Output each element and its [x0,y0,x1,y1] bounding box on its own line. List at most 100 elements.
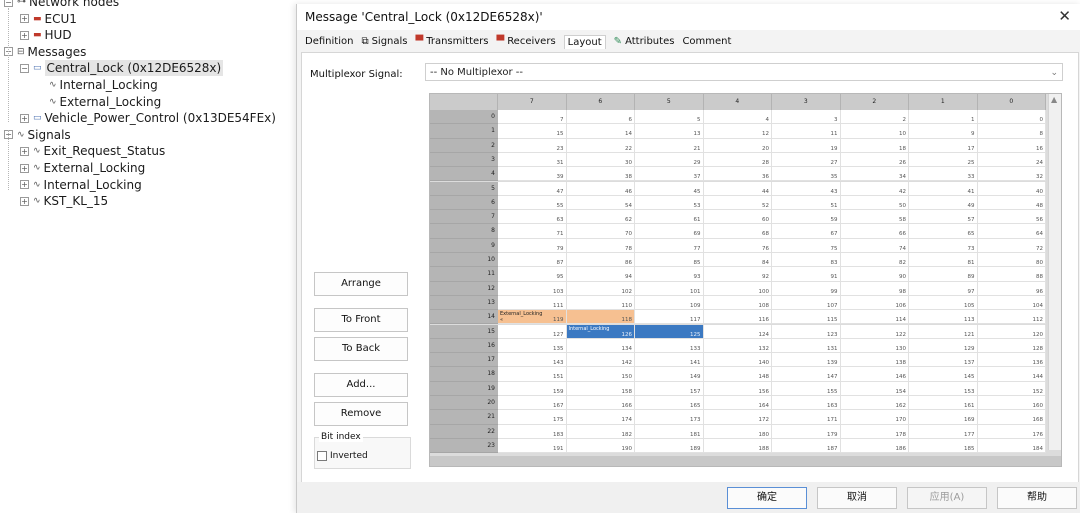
bit-cell[interactable]: 58 [840,210,909,225]
help-button[interactable]: 帮助 [997,487,1077,509]
bit-cell[interactable]: 87 [498,253,567,268]
tab-receivers[interactable]: ▀ Receivers [496,36,555,47]
bit-cell[interactable]: 62 [566,210,635,225]
cancel-button[interactable]: 取消 [817,487,897,509]
bit-cell[interactable]: 48 [977,195,1046,211]
bit-cell[interactable]: 139 [772,353,841,368]
bit-cell[interactable]: 111 [498,295,567,311]
bit-cell[interactable]: 184 [977,438,1046,454]
bit-cell[interactable]: 123 [772,324,841,339]
bit-cell[interactable]: 130 [840,338,909,354]
remove-button[interactable]: Remove [314,402,408,426]
bit-cell[interactable]: 66 [840,224,909,239]
bit-cell[interactable]: 151 [498,367,567,382]
bit-cell[interactable]: 25 [909,152,978,168]
bit-layout-grid[interactable]: 7 6 5 4 3 2 1 0 0 7 6 5 4 3 2 1 0 1 15 14 13 12 11 10 9 8 2 23 22 21 2… [429,93,1062,467]
bit-cell[interactable]: 10 [840,124,909,139]
bit-cell[interactable]: 23 [498,138,567,153]
apply-button[interactable]: 应用(A) [907,487,987,509]
bit-cell[interactable]: 134 [566,338,635,354]
bit-cell[interactable]: 168 [977,410,1046,425]
bit-cell[interactable]: 147 [772,367,841,382]
bit-cell[interactable]: 11 [772,124,841,139]
bit-cell[interactable]: 84 [703,253,772,268]
bit-cell[interactable]: 39 [498,167,567,182]
signal-label[interactable]: Internal_Locking [569,326,610,332]
bit-cell[interactable]: 46 [566,181,635,196]
bit-cell[interactable]: 78 [566,238,635,253]
close-icon[interactable]: ✕ [1058,7,1071,25]
bit-cell[interactable]: 136 [977,353,1046,368]
bit-cell[interactable]: 34 [840,167,909,182]
bit-cell[interactable]: 40 [977,181,1046,196]
bit-cell[interactable]: 4 [703,110,772,125]
bit-cell[interactable]: 6 [566,110,635,125]
bit-cell[interactable]: 145 [909,367,978,382]
bit-cell[interactable]: 3 [772,110,841,125]
bit-cell[interactable]: 2 [840,110,909,125]
tree-item[interactable]: ∿ Internal_Locking [36,77,158,93]
bit-cell[interactable]: 114 [840,310,909,325]
expand-icon[interactable]: + [20,14,29,24]
bit-cell[interactable]: 70 [566,224,635,239]
bit-cell[interactable]: 171 [772,410,841,425]
tab-attributes[interactable]: ✎ Attributes [614,36,675,47]
bit-cell[interactable]: 172 [703,410,772,425]
bit-cell[interactable]: 188 [703,438,772,454]
bit-cell[interactable]: 27 [772,152,841,168]
bit-cell[interactable]: 81 [909,253,978,268]
checkbox-icon[interactable] [317,451,327,461]
bit-cell[interactable]: 75 [772,238,841,253]
bit-cell[interactable]: 125 [635,324,704,339]
tree-item[interactable]: + ▬ ECU1 [20,11,77,27]
bit-cell[interactable]: 163 [772,396,841,411]
bit-cell[interactable]: 183 [498,424,567,439]
bit-cell[interactable]: 190 [566,438,635,454]
tree-item[interactable]: − ∿ Signals [4,127,71,143]
bit-cell[interactable]: 144 [977,367,1046,382]
arrange-button[interactable]: Arrange [314,272,408,296]
bit-cell[interactable]: 152 [977,381,1046,396]
bit-cell[interactable]: 47 [498,181,567,196]
bit-cell[interactable]: 157 [635,381,704,396]
bit-cell[interactable]: 164 [703,396,772,411]
bit-cell[interactable]: 154 [840,381,909,396]
bit-cell[interactable]: 16 [977,138,1046,153]
bit-cell[interactable]: 88 [977,267,1046,282]
bit-cell[interactable]: 102 [566,281,635,296]
bit-cell[interactable]: 98 [840,281,909,296]
bit-cell[interactable]: 71 [498,224,567,239]
bit-cell[interactable]: 178 [840,424,909,439]
bit-cell[interactable]: 110 [566,295,635,311]
bit-cell[interactable]: 63 [498,210,567,225]
tree-item[interactable]: + ▭ Vehicle_Power_Control (0x13DE54FEx) [20,110,276,126]
bit-cell[interactable]: 166 [566,396,635,411]
bit-cell[interactable]: 56 [977,210,1046,225]
bit-cell[interactable]: 90 [840,267,909,282]
bit-cell[interactable]: 143 [498,353,567,368]
signal-label[interactable]: External_Locking [500,311,542,317]
bit-cell[interactable]: 51 [772,195,841,211]
bit-cell[interactable]: 14 [566,124,635,139]
bit-cell[interactable]: 74 [840,238,909,253]
tab-transmitters[interactable]: ▀ Transmitters [416,36,489,47]
bit-cell[interactable]: 49 [909,195,978,211]
bit-cell[interactable]: 54 [566,195,635,211]
bit-cell[interactable]: 9 [909,124,978,139]
bit-cell[interactable]: 149 [635,367,704,382]
tree-item[interactable]: ∿ External_Locking [36,94,161,110]
tree-item[interactable]: + ∿ KST_KL_15 [20,193,108,209]
tab-layout[interactable]: Layout [563,34,606,49]
bit-cell[interactable]: 107 [772,295,841,311]
bit-cell[interactable]: 120 [977,324,1046,339]
ok-button[interactable]: 确定 [727,487,807,509]
tab-signals[interactable]: ⧉ Signals [361,36,407,47]
bit-cell[interactable]: 80 [977,253,1046,268]
bit-cell[interactable]: 103 [498,281,567,296]
bit-cell[interactable]: 28 [703,152,772,168]
bit-cell[interactable]: 141 [635,353,704,368]
bit-cell[interactable]: 61 [635,210,704,225]
bit-cell[interactable]: 5 [635,110,704,125]
bit-cell[interactable]: 12 [703,124,772,139]
bit-cell[interactable]: 179 [772,424,841,439]
